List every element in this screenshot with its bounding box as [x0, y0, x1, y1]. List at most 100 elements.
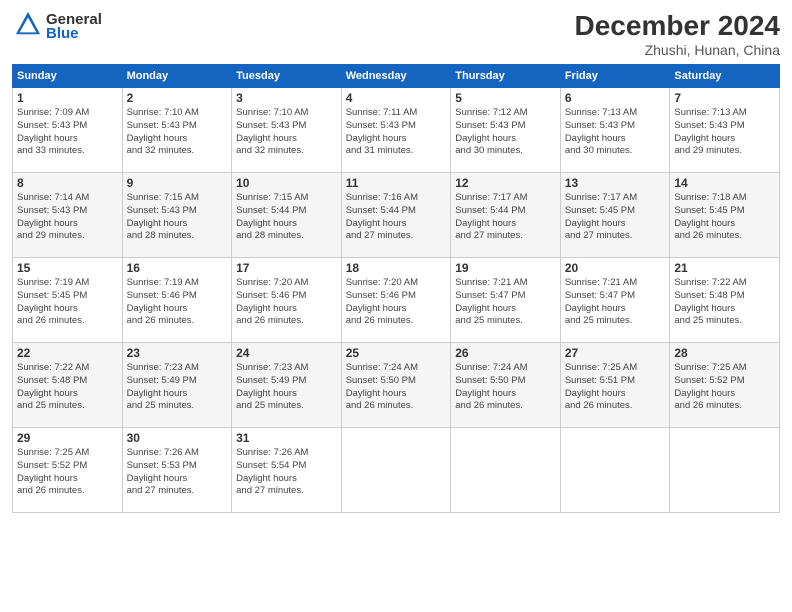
day-cell-20: 20 Sunrise: 7:21 AM Sunset: 5:47 PM Dayl… [560, 258, 670, 343]
day-info: Sunrise: 7:23 AM Sunset: 5:49 PM Dayligh… [236, 362, 337, 413]
day-number: 21 [674, 261, 775, 275]
day-number: 2 [127, 91, 228, 105]
day-info: Sunrise: 7:17 AM Sunset: 5:44 PM Dayligh… [455, 192, 556, 243]
day-cell-3: 3 Sunrise: 7:10 AM Sunset: 5:43 PM Dayli… [232, 88, 342, 173]
day-number: 25 [346, 346, 447, 360]
day-number: 4 [346, 91, 447, 105]
day-cell-18: 18 Sunrise: 7:20 AM Sunset: 5:46 PM Dayl… [341, 258, 451, 343]
day-number: 3 [236, 91, 337, 105]
day-number: 20 [565, 261, 666, 275]
day-info: Sunrise: 7:18 AM Sunset: 5:45 PM Dayligh… [674, 192, 775, 243]
day-cell-10: 10 Sunrise: 7:15 AM Sunset: 5:44 PM Dayl… [232, 173, 342, 258]
col-friday: Friday [560, 65, 670, 88]
calendar-table: Sunday Monday Tuesday Wednesday Thursday… [12, 64, 780, 513]
empty-cell [341, 428, 451, 513]
day-number: 1 [17, 91, 118, 105]
col-tuesday: Tuesday [232, 65, 342, 88]
day-info: Sunrise: 7:15 AM Sunset: 5:43 PM Dayligh… [127, 192, 228, 243]
day-cell-25: 25 Sunrise: 7:24 AM Sunset: 5:50 PM Dayl… [341, 343, 451, 428]
day-cell-13: 13 Sunrise: 7:17 AM Sunset: 5:45 PM Dayl… [560, 173, 670, 258]
day-cell-9: 9 Sunrise: 7:15 AM Sunset: 5:43 PM Dayli… [122, 173, 232, 258]
day-cell-17: 17 Sunrise: 7:20 AM Sunset: 5:46 PM Dayl… [232, 258, 342, 343]
day-number: 22 [17, 346, 118, 360]
day-cell-19: 19 Sunrise: 7:21 AM Sunset: 5:47 PM Dayl… [451, 258, 561, 343]
col-monday: Monday [122, 65, 232, 88]
empty-cell [560, 428, 670, 513]
day-info: Sunrise: 7:10 AM Sunset: 5:43 PM Dayligh… [127, 107, 228, 158]
day-number: 5 [455, 91, 556, 105]
logo-icon [14, 10, 42, 38]
week-row-4: 22 Sunrise: 7:22 AM Sunset: 5:48 PM Dayl… [13, 343, 780, 428]
day-cell-2: 2 Sunrise: 7:10 AM Sunset: 5:43 PM Dayli… [122, 88, 232, 173]
day-info: Sunrise: 7:21 AM Sunset: 5:47 PM Dayligh… [565, 277, 666, 328]
day-number: 14 [674, 176, 775, 190]
empty-cell [670, 428, 780, 513]
day-info: Sunrise: 7:20 AM Sunset: 5:46 PM Dayligh… [346, 277, 447, 328]
day-info: Sunrise: 7:24 AM Sunset: 5:50 PM Dayligh… [455, 362, 556, 413]
day-info: Sunrise: 7:13 AM Sunset: 5:43 PM Dayligh… [674, 107, 775, 158]
day-info: Sunrise: 7:25 AM Sunset: 5:52 PM Dayligh… [674, 362, 775, 413]
day-cell-1: 1 Sunrise: 7:09 AM Sunset: 5:43 PM Dayli… [13, 88, 123, 173]
day-cell-11: 11 Sunrise: 7:16 AM Sunset: 5:44 PM Dayl… [341, 173, 451, 258]
day-number: 6 [565, 91, 666, 105]
col-wednesday: Wednesday [341, 65, 451, 88]
day-info: Sunrise: 7:26 AM Sunset: 5:54 PM Dayligh… [236, 447, 337, 498]
day-cell-28: 28 Sunrise: 7:25 AM Sunset: 5:52 PM Dayl… [670, 343, 780, 428]
day-info: Sunrise: 7:17 AM Sunset: 5:45 PM Dayligh… [565, 192, 666, 243]
col-sunday: Sunday [13, 65, 123, 88]
day-number: 23 [127, 346, 228, 360]
header: General Blue December 2024 Zhushi, Hunan… [12, 10, 780, 58]
day-number: 8 [17, 176, 118, 190]
day-info: Sunrise: 7:24 AM Sunset: 5:50 PM Dayligh… [346, 362, 447, 413]
day-number: 16 [127, 261, 228, 275]
day-cell-15: 15 Sunrise: 7:19 AM Sunset: 5:45 PM Dayl… [13, 258, 123, 343]
title-block: December 2024 Zhushi, Hunan, China [575, 10, 780, 58]
day-number: 15 [17, 261, 118, 275]
day-cell-22: 22 Sunrise: 7:22 AM Sunset: 5:48 PM Dayl… [13, 343, 123, 428]
day-cell-24: 24 Sunrise: 7:23 AM Sunset: 5:49 PM Dayl… [232, 343, 342, 428]
week-row-5: 29 Sunrise: 7:25 AM Sunset: 5:52 PM Dayl… [13, 428, 780, 513]
day-cell-7: 7 Sunrise: 7:13 AM Sunset: 5:43 PM Dayli… [670, 88, 780, 173]
day-number: 11 [346, 176, 447, 190]
col-thursday: Thursday [451, 65, 561, 88]
week-row-3: 15 Sunrise: 7:19 AM Sunset: 5:45 PM Dayl… [13, 258, 780, 343]
day-info: Sunrise: 7:20 AM Sunset: 5:46 PM Dayligh… [236, 277, 337, 328]
day-info: Sunrise: 7:19 AM Sunset: 5:45 PM Dayligh… [17, 277, 118, 328]
day-info: Sunrise: 7:19 AM Sunset: 5:46 PM Dayligh… [127, 277, 228, 328]
day-number: 13 [565, 176, 666, 190]
day-info: Sunrise: 7:16 AM Sunset: 5:44 PM Dayligh… [346, 192, 447, 243]
day-cell-6: 6 Sunrise: 7:13 AM Sunset: 5:43 PM Dayli… [560, 88, 670, 173]
calendar-header-row: Sunday Monday Tuesday Wednesday Thursday… [13, 65, 780, 88]
day-info: Sunrise: 7:11 AM Sunset: 5:43 PM Dayligh… [346, 107, 447, 158]
empty-cell [451, 428, 561, 513]
day-cell-8: 8 Sunrise: 7:14 AM Sunset: 5:43 PM Dayli… [13, 173, 123, 258]
day-cell-26: 26 Sunrise: 7:24 AM Sunset: 5:50 PM Dayl… [451, 343, 561, 428]
day-number: 12 [455, 176, 556, 190]
day-number: 28 [674, 346, 775, 360]
day-info: Sunrise: 7:12 AM Sunset: 5:43 PM Dayligh… [455, 107, 556, 158]
day-number: 9 [127, 176, 228, 190]
day-number: 17 [236, 261, 337, 275]
day-cell-29: 29 Sunrise: 7:25 AM Sunset: 5:52 PM Dayl… [13, 428, 123, 513]
day-number: 7 [674, 91, 775, 105]
day-number: 30 [127, 431, 228, 445]
day-number: 27 [565, 346, 666, 360]
main-title: December 2024 [575, 10, 780, 42]
day-info: Sunrise: 7:22 AM Sunset: 5:48 PM Dayligh… [17, 362, 118, 413]
day-number: 29 [17, 431, 118, 445]
day-number: 31 [236, 431, 337, 445]
day-info: Sunrise: 7:14 AM Sunset: 5:43 PM Dayligh… [17, 192, 118, 243]
day-cell-30: 30 Sunrise: 7:26 AM Sunset: 5:53 PM Dayl… [122, 428, 232, 513]
day-number: 18 [346, 261, 447, 275]
day-info: Sunrise: 7:23 AM Sunset: 5:49 PM Dayligh… [127, 362, 228, 413]
day-info: Sunrise: 7:13 AM Sunset: 5:43 PM Dayligh… [565, 107, 666, 158]
day-cell-21: 21 Sunrise: 7:22 AM Sunset: 5:48 PM Dayl… [670, 258, 780, 343]
day-number: 24 [236, 346, 337, 360]
day-info: Sunrise: 7:09 AM Sunset: 5:43 PM Dayligh… [17, 107, 118, 158]
subtitle: Zhushi, Hunan, China [575, 42, 780, 58]
day-cell-5: 5 Sunrise: 7:12 AM Sunset: 5:43 PM Dayli… [451, 88, 561, 173]
day-info: Sunrise: 7:15 AM Sunset: 5:44 PM Dayligh… [236, 192, 337, 243]
day-cell-23: 23 Sunrise: 7:23 AM Sunset: 5:49 PM Dayl… [122, 343, 232, 428]
day-info: Sunrise: 7:26 AM Sunset: 5:53 PM Dayligh… [127, 447, 228, 498]
day-info: Sunrise: 7:22 AM Sunset: 5:48 PM Dayligh… [674, 277, 775, 328]
